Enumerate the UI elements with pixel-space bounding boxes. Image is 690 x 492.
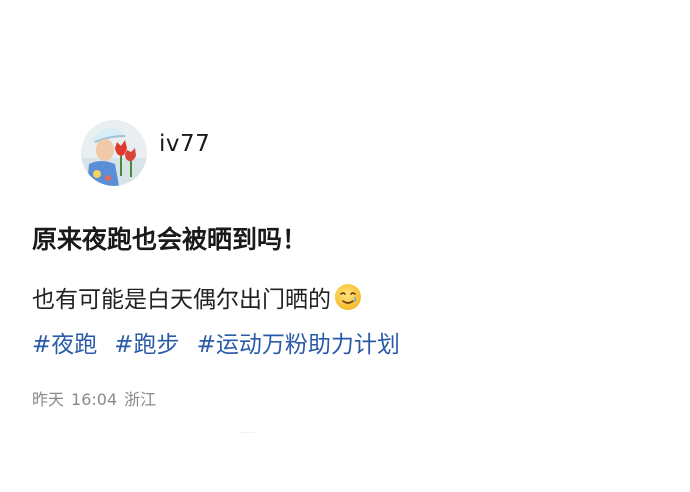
smiling-face-with-tear-icon [335, 284, 361, 310]
hashtag-running[interactable]: #跑步 [114, 325, 179, 359]
post-title: 原来夜跑也会被晒到吗！ [32, 225, 308, 254]
hashtag-night-run[interactable]: #夜跑 [32, 325, 97, 359]
post-card: iv77 原来夜跑也会被晒到吗！ 也有可能是白天偶尔出门晒的 #夜跑 #跑步 #… [32, 120, 652, 409]
avatar-photo-icon [81, 120, 147, 186]
weibo-post-page: iv77 原来夜跑也会被晒到吗！ 也有可能是白天偶尔出门晒的 #夜跑 #跑步 #… [0, 0, 690, 492]
username[interactable]: iv77 [159, 131, 210, 157]
post-time: 16:04 [71, 390, 118, 409]
post-meta: 昨天 16:04 浙江 [32, 386, 156, 410]
post-location: 浙江 [124, 390, 157, 409]
post-body-text: 也有可能是白天偶尔出门晒的 [32, 287, 331, 313]
post-body: 也有可能是白天偶尔出门晒的 [32, 280, 363, 314]
post-date: 昨天 [32, 390, 65, 409]
author-row: iv77 [32, 120, 652, 186]
hashtag-list: #夜跑 #跑步 #运动万粉助力计划 [32, 325, 417, 359]
hashtag-sports-fans-plan[interactable]: #运动万粉助力计划 [197, 325, 400, 359]
divider [240, 432, 254, 433]
avatar[interactable] [81, 120, 147, 186]
